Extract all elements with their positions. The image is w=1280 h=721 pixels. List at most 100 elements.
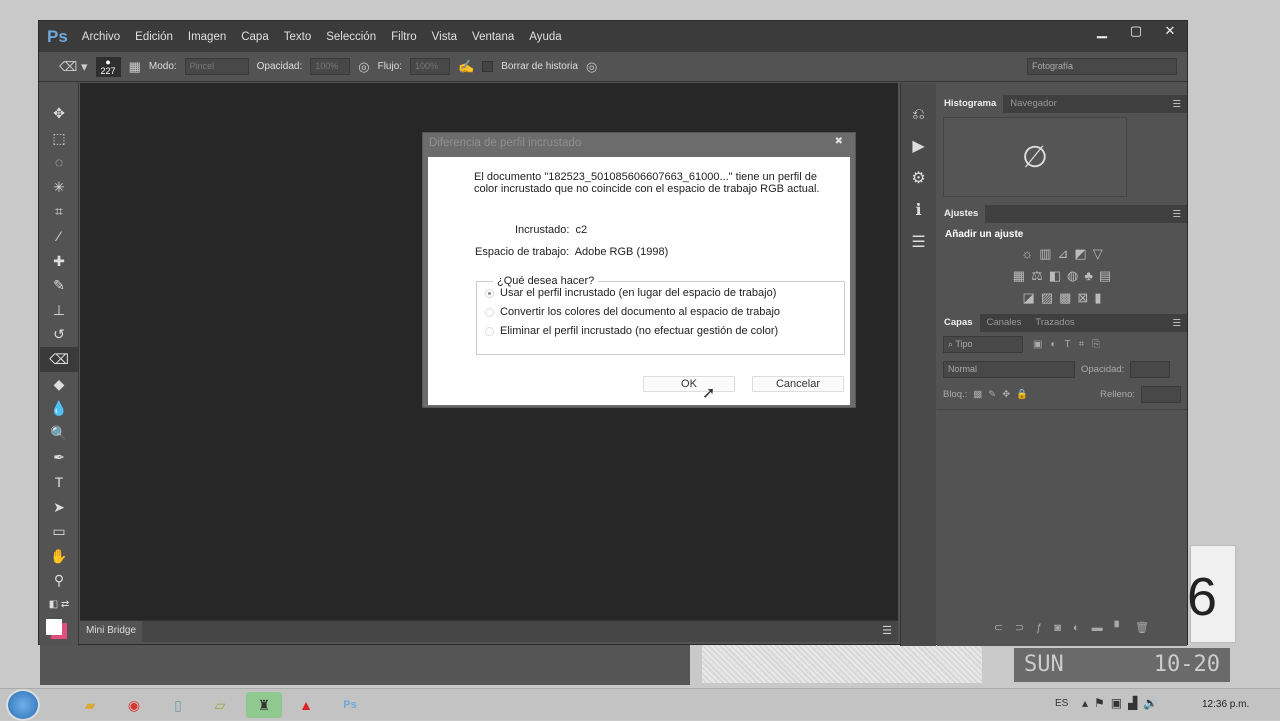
brush-panel-icon[interactable]: ▦ (129, 59, 141, 75)
panel-menu-icon[interactable]: ☰ (882, 624, 892, 637)
pressure-size-icon[interactable]: ◎ (586, 59, 597, 75)
mini-bridge-tab[interactable]: Mini Bridge (80, 621, 143, 642)
brush-size-picker[interactable]: ● 227 (95, 56, 121, 77)
erase-history-checkbox[interactable] (482, 61, 494, 72)
panel-menu-icon[interactable]: ☰ (1172, 318, 1181, 329)
dialog-close-button[interactable]: ✖ (835, 136, 843, 147)
menu-seleccion[interactable]: Selección (326, 31, 376, 43)
language-indicator[interactable]: ES (1055, 698, 1068, 709)
panel-menu-icon[interactable]: ☰ (1172, 99, 1181, 110)
filter-icons[interactable]: ▣◐T⌗⎘ (1033, 339, 1108, 350)
flow-input[interactable]: 100% (410, 58, 451, 75)
close-button[interactable]: ✕ (1153, 21, 1187, 43)
photo-filter-icon[interactable]: ◍ (1067, 268, 1078, 284)
option-use-embedded[interactable]: Usar el perfil incrustado (en lugar del … (485, 287, 836, 299)
taskbar-notepad-icon[interactable]: ▯ (160, 692, 196, 718)
clock[interactable]: 12:36 p.m. (1202, 699, 1249, 710)
radio-button[interactable] (485, 288, 494, 298)
taskbar-app-icon[interactable]: ♜ (246, 692, 282, 718)
levels-icon[interactable]: ▥ (1039, 246, 1051, 262)
threshold-icon[interactable]: ▩ (1059, 290, 1071, 306)
layer-opacity-input[interactable] (1130, 361, 1171, 378)
posterize-icon[interactable]: ▨ (1041, 290, 1053, 306)
channel-mixer-icon[interactable]: ♣ (1084, 268, 1093, 284)
black-white-icon[interactable]: ◧ (1049, 268, 1061, 284)
color-lookup-icon[interactable]: ▤ (1099, 268, 1111, 284)
brush-tool-icon[interactable]: ✎ (40, 273, 78, 298)
hue-saturation-icon[interactable]: ▦ (1013, 268, 1025, 284)
menu-vista[interactable]: Vista (432, 31, 457, 43)
path-select-tool-icon[interactable]: ➤ (40, 495, 78, 520)
menu-edicion[interactable]: Edición (135, 31, 173, 43)
taskbar-acrobat-icon[interactable]: ▲ (288, 692, 324, 718)
start-button[interactable] (6, 689, 40, 721)
airbrush-icon[interactable]: ✍ (458, 59, 474, 75)
menu-imagen[interactable]: Imagen (188, 31, 226, 43)
radio-button[interactable] (485, 326, 494, 336)
lasso-tool-icon[interactable]: ◌ (40, 150, 78, 175)
eraser-tool-preset-icon[interactable]: ⌫ ▾ (59, 59, 88, 75)
tab-trazados[interactable]: Trazados (1028, 314, 1081, 332)
menu-archivo[interactable]: Archivo (82, 31, 120, 43)
swap-colors-icon[interactable]: ◧ ⇄ (40, 593, 78, 618)
taskbar-photoshop-icon[interactable]: Ps (332, 692, 368, 718)
gradient-map-icon[interactable]: ▮ (1094, 290, 1101, 306)
stamp-tool-icon[interactable]: ⊥ (40, 298, 78, 323)
dodge-tool-icon[interactable]: 🔍 (40, 421, 78, 446)
actions-play-icon[interactable]: ▶ (901, 131, 936, 163)
info-icon[interactable]: ℹ (901, 195, 936, 227)
menu-ayuda[interactable]: Ayuda (529, 31, 561, 43)
taskbar-notes-icon[interactable]: ▱ (202, 692, 238, 718)
layer-comps-icon[interactable]: ☰ (901, 227, 936, 259)
history-brush-tool-icon[interactable]: ↺ (40, 322, 78, 347)
minimize-button[interactable]: ▁ (1085, 21, 1119, 43)
taskbar-explorer-icon[interactable]: ▰ (72, 692, 108, 718)
tab-navegador[interactable]: Navegador (1003, 95, 1063, 113)
blend-mode-select[interactable]: Normal (943, 361, 1075, 378)
tab-capas[interactable]: Capas (937, 314, 980, 332)
ok-button[interactable]: OK (643, 376, 735, 392)
type-tool-icon[interactable]: T (40, 470, 78, 495)
eyedropper-tool-icon[interactable]: ⁄ (40, 224, 78, 249)
color-balance-icon[interactable]: ⚖ (1031, 268, 1043, 284)
cancel-button[interactable]: Cancelar (752, 376, 844, 392)
crop-tool-icon[interactable]: ⌗ (40, 199, 78, 224)
paint-bucket-tool-icon[interactable]: ◆ (40, 372, 78, 397)
properties-icon[interactable]: ⚙ (901, 163, 936, 195)
brightness-icon[interactable]: ☼ (1021, 246, 1033, 262)
vibrance-icon[interactable]: ▽ (1093, 246, 1103, 262)
tab-histograma[interactable]: Histograma (937, 95, 1004, 113)
tray-icons[interactable]: ▴⚑▣▟🔊 (1082, 696, 1164, 710)
layer-filter-select[interactable]: ⌕ Tipo (943, 336, 1023, 353)
panel-menu-icon[interactable]: ☰ (1172, 209, 1181, 220)
tab-ajustes[interactable]: Ajustes (937, 205, 986, 223)
healing-tool-icon[interactable]: ✚ (40, 249, 78, 274)
option-discard[interactable]: Eliminar el perfil incrustado (no efectu… (485, 325, 836, 337)
menu-filtro[interactable]: Filtro (391, 31, 417, 43)
foreground-color-swatch[interactable] (46, 619, 62, 636)
move-tool-icon[interactable]: ✥ (40, 101, 78, 126)
mode-select[interactable]: Pincel (184, 58, 249, 75)
blur-tool-icon[interactable]: 💧 (40, 396, 78, 421)
maximize-button[interactable]: ▢ (1119, 21, 1153, 43)
marquee-tool-icon[interactable]: ⬚ (40, 126, 78, 151)
pen-tool-icon[interactable]: ✒ (40, 445, 78, 470)
lock-icons[interactable]: ▩✎✥🔒 (973, 389, 1034, 400)
quick-select-tool-icon[interactable]: ✳ (40, 175, 78, 200)
opacity-input[interactable]: 100% (310, 58, 351, 75)
hand-tool-icon[interactable]: ✋ (40, 544, 78, 569)
menu-ventana[interactable]: Ventana (472, 31, 514, 43)
pressure-opacity-icon[interactable]: ◎ (358, 59, 369, 75)
zoom-tool-icon[interactable]: ⚲ (40, 568, 78, 593)
taskbar-chrome-icon[interactable]: ◉ (116, 692, 152, 718)
eraser-tool-icon[interactable]: ⌫ (40, 346, 78, 372)
workspace-select[interactable]: Fotografía (1027, 58, 1177, 75)
history-icon[interactable]: ⎌ (901, 99, 936, 131)
shape-tool-icon[interactable]: ▭ (40, 519, 78, 544)
menu-capa[interactable]: Capa (241, 31, 269, 43)
tab-canales[interactable]: Canales (980, 314, 1029, 332)
invert-icon[interactable]: ◪ (1023, 290, 1035, 306)
option-convert[interactable]: Convertir los colores del documento al e… (485, 306, 836, 318)
menu-texto[interactable]: Texto (284, 31, 312, 43)
selective-color-icon[interactable]: ⊠ (1077, 290, 1088, 306)
